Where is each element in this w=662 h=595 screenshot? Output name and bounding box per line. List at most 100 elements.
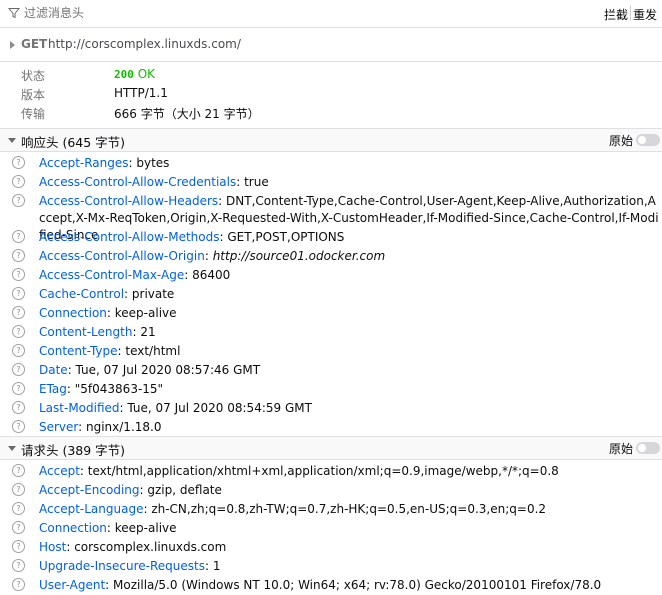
request-headers-section-header[interactable]: 请求头 (389 字节) 原始: [0, 436, 662, 460]
raw-toggle[interactable]: [636, 442, 660, 454]
request-summary-line[interactable]: GET http://corscomplex.linuxds.com/: [0, 36, 662, 54]
question-circle-icon[interactable]: ?: [12, 230, 25, 243]
header-name[interactable]: Access-Control-Allow-Credentials: [39, 175, 236, 189]
question-circle-icon[interactable]: ?: [12, 578, 25, 591]
filter-toolbar: 拦截 重发: [0, 0, 662, 28]
header-value: private: [131, 287, 175, 301]
header-name[interactable]: Accept-Encoding: [39, 483, 140, 497]
header-value: 86400: [192, 268, 231, 282]
request-url[interactable]: http://corscomplex.linuxds.com/: [48, 37, 241, 51]
transfer-label: 传输: [21, 107, 46, 121]
header-row[interactable]: ? Date: Tue, 07 Jul 2020 08:57:46 GMT: [0, 361, 662, 380]
header-row[interactable]: ? Accept-Encoding: gzip, deflate: [0, 481, 662, 500]
header-row[interactable]: ? Host: corscomplex.linuxds.com: [0, 538, 662, 557]
header-row[interactable]: ? Content-Type: text/html: [0, 342, 662, 361]
header-name[interactable]: Host: [39, 540, 66, 554]
header-value: Tue, 07 Jul 2020 08:54:59 GMT: [127, 401, 312, 415]
question-circle-icon[interactable]: ?: [12, 344, 25, 357]
question-circle-icon[interactable]: ?: [12, 464, 25, 477]
header-row[interactable]: ? Cache-Control: private: [0, 285, 662, 304]
header-name[interactable]: Date: [39, 363, 68, 377]
question-circle-icon[interactable]: ?: [12, 559, 25, 572]
question-circle-icon[interactable]: ?: [12, 521, 25, 534]
header-name[interactable]: Accept-Language: [39, 502, 143, 516]
question-circle-icon[interactable]: ?: [12, 306, 25, 319]
question-circle-icon[interactable]: ?: [12, 287, 25, 300]
header-name[interactable]: Cache-Control: [39, 287, 124, 301]
header-name[interactable]: ETag: [39, 382, 67, 396]
request-headers-title: 请求头 (389 字节): [21, 443, 126, 458]
header-row[interactable]: ? ETag: "5f043863-15": [0, 380, 662, 399]
question-circle-icon[interactable]: ?: [12, 483, 25, 496]
header-row[interactable]: ? Access-Control-Max-Age: 86400: [0, 266, 662, 285]
header-value: true: [244, 175, 269, 189]
triangle-right-icon[interactable]: [10, 41, 15, 49]
header-name[interactable]: Server: [39, 420, 78, 434]
response-headers-title: 响应头 (645 字节): [21, 135, 126, 150]
header-row[interactable]: ? Access-Control-Allow-Headers: DNT,Cont…: [0, 192, 662, 242]
header-row[interactable]: ? Connection: keep-alive: [0, 519, 662, 538]
header-row[interactable]: ? Last-Modified: Tue, 07 Jul 2020 08:54:…: [0, 399, 662, 418]
question-circle-icon[interactable]: ?: [12, 540, 25, 553]
request-method: GET: [21, 37, 48, 51]
header-name[interactable]: User-Agent: [39, 578, 105, 592]
header-row[interactable]: ? Accept-Language: zh-CN,zh;q=0.8,zh-TW;…: [0, 500, 662, 519]
header-row[interactable]: ? Server: nginx/1.18.0: [0, 418, 662, 437]
question-circle-icon[interactable]: ?: [12, 249, 25, 262]
header-name[interactable]: Connection: [39, 306, 107, 320]
question-circle-icon[interactable]: ?: [12, 325, 25, 338]
triangle-down-icon[interactable]: [8, 446, 16, 451]
divider: [0, 61, 662, 62]
question-circle-icon[interactable]: ?: [12, 175, 25, 188]
resend-button[interactable]: 重发: [633, 6, 657, 23]
question-circle-icon[interactable]: ?: [12, 382, 25, 395]
question-circle-icon[interactable]: ?: [12, 156, 25, 169]
header-name[interactable]: Connection: [39, 521, 107, 535]
header-value: corscomplex.linuxds.com: [74, 540, 227, 554]
question-circle-icon[interactable]: ?: [12, 268, 25, 281]
header-name[interactable]: Access-Control-Allow-Methods: [39, 230, 219, 244]
header-name[interactable]: Last-Modified: [39, 401, 120, 415]
status-code: 200: [114, 68, 134, 81]
header-name[interactable]: Upgrade-Insecure-Requests: [39, 559, 205, 573]
summary-version-row: 版本 HTTP/1.1: [0, 85, 662, 103]
header-name[interactable]: Access-Control-Allow-Origin: [39, 249, 205, 263]
header-name[interactable]: Content-Length: [39, 325, 132, 339]
raw-toggle[interactable]: [636, 134, 660, 146]
header-row[interactable]: ? User-Agent: Mozilla/5.0 (Windows NT 10…: [0, 576, 662, 595]
header-row[interactable]: ? Connection: keep-alive: [0, 304, 662, 323]
header-row[interactable]: ? Accept-Ranges: bytes: [0, 154, 662, 173]
header-name[interactable]: Content-Type: [39, 344, 118, 358]
question-circle-icon[interactable]: ?: [12, 401, 25, 414]
question-circle-icon[interactable]: ?: [12, 420, 25, 433]
toggle-knob: [638, 444, 646, 452]
header-row[interactable]: ? Access-Control-Allow-Methods: GET,POST…: [0, 228, 662, 247]
header-name[interactable]: Accept: [39, 464, 80, 478]
question-circle-icon[interactable]: ?: [12, 502, 25, 515]
header-value: text/html: [125, 344, 181, 358]
question-circle-icon[interactable]: ?: [12, 194, 25, 207]
header-name[interactable]: Access-Control-Max-Age: [39, 268, 184, 282]
question-circle-icon[interactable]: ?: [12, 363, 25, 376]
block-button[interactable]: 拦截: [604, 6, 628, 23]
version-label: 版本: [21, 88, 46, 102]
header-name[interactable]: Accept-Ranges: [39, 156, 129, 170]
header-value: text/html,application/xhtml+xml,applicat…: [87, 464, 559, 478]
toggle-knob: [638, 136, 646, 144]
header-row[interactable]: ? Upgrade-Insecure-Requests: 1: [0, 557, 662, 576]
header-name[interactable]: Access-Control-Allow-Headers: [39, 194, 218, 208]
filter-headers-input[interactable]: [24, 4, 444, 22]
header-row[interactable]: ? Content-Length: 21: [0, 323, 662, 342]
summary-status-row: 状态 200 OK: [0, 66, 662, 84]
response-headers-section-header[interactable]: 响应头 (645 字节) 原始: [0, 128, 662, 152]
raw-toggle-label: 原始: [609, 134, 634, 148]
header-row[interactable]: ? Access-Control-Allow-Credentials: true: [0, 173, 662, 192]
header-row[interactable]: ? Access-Control-Allow-Origin: http://so…: [0, 247, 662, 266]
header-value: keep-alive: [114, 306, 177, 320]
header-row[interactable]: ? Accept: text/html,application/xhtml+xm…: [0, 462, 662, 481]
summary-transfer-row: 传输 666 字节（大小 21 字节）: [0, 104, 662, 122]
header-value: GET,POST,OPTIONS: [227, 230, 345, 244]
triangle-down-icon[interactable]: [8, 138, 16, 143]
version-value: HTTP/1.1: [114, 86, 168, 100]
header-value: 1: [212, 559, 221, 573]
